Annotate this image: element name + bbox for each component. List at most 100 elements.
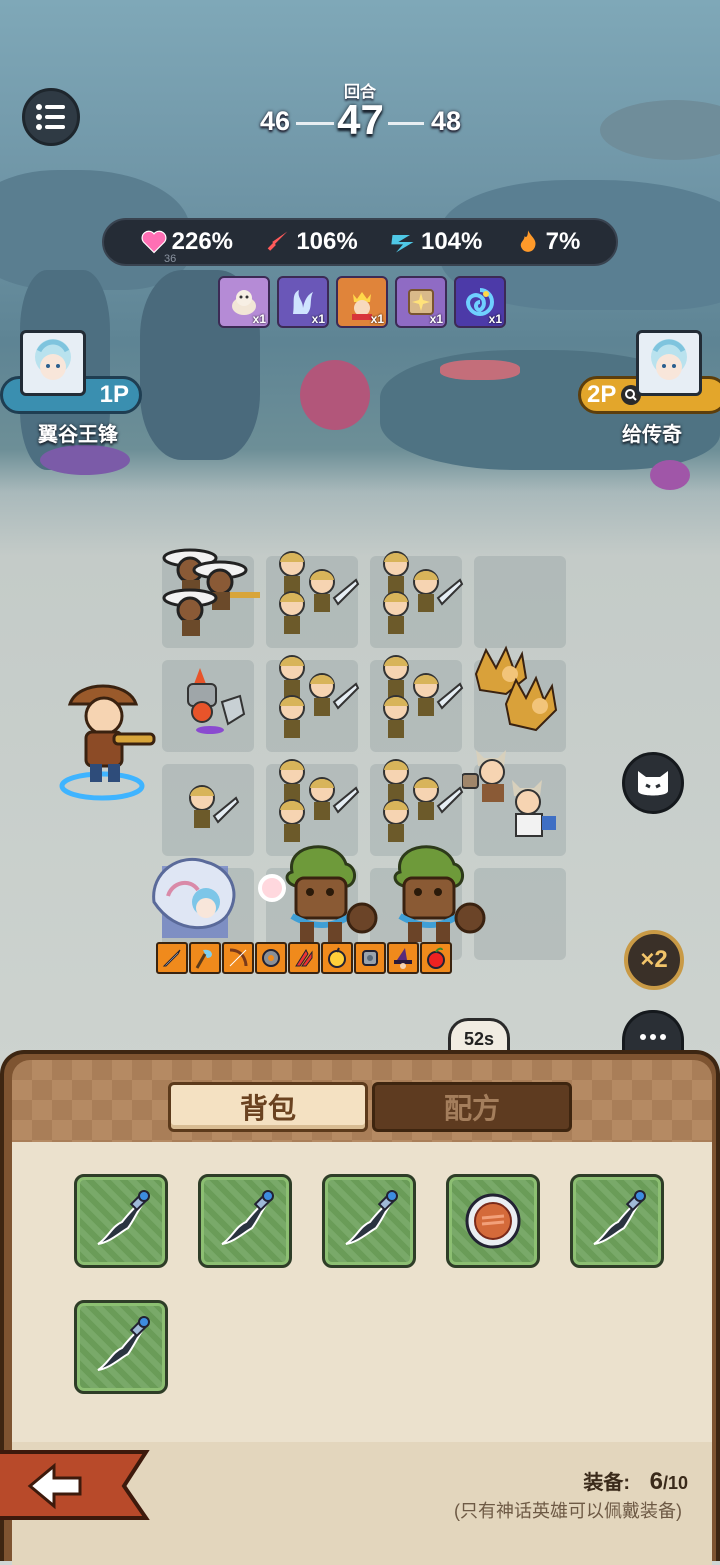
spiky-beast-squad[interactable] bbox=[466, 644, 562, 740]
inventory-slot-dagger[interactable] bbox=[74, 1174, 168, 1268]
stat-speed: 104% bbox=[389, 228, 482, 256]
sword-icon bbox=[268, 231, 288, 251]
treant-unit[interactable] bbox=[272, 842, 382, 944]
battle-scene: 回合 46 47 48 226% 106% 104% 7% 36 x1 x1 x… bbox=[0, 0, 720, 1070]
hamster-relic[interactable]: x1 bbox=[218, 276, 270, 328]
swordsman-squad[interactable] bbox=[270, 650, 360, 742]
equip-chip[interactable] bbox=[288, 942, 320, 974]
player1-card[interactable]: 1P bbox=[0, 330, 150, 414]
axe-icon bbox=[195, 949, 212, 969]
equip-max: /10 bbox=[662, 1473, 688, 1493]
viking-squad[interactable] bbox=[462, 740, 562, 844]
equip-chip[interactable] bbox=[387, 942, 419, 974]
bg-coral bbox=[300, 360, 370, 430]
flame-icon bbox=[520, 230, 536, 252]
inventory-slot-dagger[interactable] bbox=[198, 1174, 292, 1268]
inventory-slot-dagger[interactable] bbox=[570, 1174, 664, 1268]
inventory-slot-dagger[interactable] bbox=[322, 1174, 416, 1268]
speed-x2-button[interactable]: ×2 bbox=[624, 930, 684, 990]
panel-header: 背包 配方 bbox=[12, 1060, 712, 1142]
relic-count: x1 bbox=[252, 312, 266, 326]
stats-small-number: 36 bbox=[164, 253, 177, 265]
relic-count: x1 bbox=[429, 312, 443, 326]
relic-count: x1 bbox=[488, 312, 502, 326]
stat-attack-value: 106% bbox=[296, 228, 358, 255]
spirit-relic[interactable]: x1 bbox=[277, 276, 329, 328]
stat-health: 226% bbox=[140, 228, 233, 256]
tab-backpack[interactable]: 背包 bbox=[168, 1082, 368, 1132]
round-shield-icon bbox=[465, 1193, 521, 1249]
relic-bar: x1 x1 x1 x1 x1 bbox=[218, 276, 506, 328]
list-menu-icon bbox=[36, 104, 65, 130]
hero-gunner[interactable] bbox=[58, 674, 158, 802]
cat-face-icon bbox=[638, 771, 668, 796]
bg-mushroom-rock bbox=[600, 100, 720, 160]
stat-attack: 106% bbox=[264, 228, 358, 256]
stat-health-value: 226% bbox=[171, 228, 234, 255]
bomb-icon bbox=[328, 947, 346, 968]
equip-counter: 装备: 6/10 bbox=[583, 1466, 688, 1496]
dagger-icon bbox=[97, 1316, 150, 1371]
bow-icon bbox=[229, 948, 248, 967]
player2-name: 给传奇 bbox=[622, 424, 682, 446]
inventory-slot-dagger[interactable] bbox=[74, 1300, 168, 1394]
stats-bar: 226% 106% 104% 7% bbox=[102, 218, 618, 266]
dagger-icon bbox=[345, 1190, 398, 1245]
gear-icon bbox=[262, 949, 280, 967]
star-box-relic[interactable]: x1 bbox=[395, 276, 447, 328]
cowboy-squad[interactable] bbox=[160, 540, 270, 640]
speed-icon bbox=[391, 235, 414, 253]
vortex-relic[interactable]: x1 bbox=[454, 276, 506, 328]
swordsman-squad[interactable] bbox=[374, 650, 464, 742]
back-button[interactable] bbox=[0, 1448, 152, 1522]
emote-button[interactable] bbox=[622, 752, 684, 814]
mermaid-hero[interactable] bbox=[150, 852, 290, 944]
round-next: 48 bbox=[430, 106, 461, 136]
stat-crit-value: 7% bbox=[545, 228, 581, 255]
equip-chip[interactable] bbox=[156, 942, 188, 974]
bg-coral bbox=[40, 445, 130, 475]
witch-hat-icon bbox=[394, 948, 412, 969]
inventory-slot-shield[interactable] bbox=[446, 1174, 540, 1268]
heart-icon bbox=[141, 230, 167, 254]
stat-crit: 7% bbox=[514, 228, 581, 256]
stat-speed-value: 104% bbox=[420, 228, 483, 255]
dagger-icon bbox=[162, 949, 181, 967]
equip-chip[interactable] bbox=[420, 942, 452, 974]
swordsman-squad[interactable] bbox=[270, 546, 360, 638]
player2-card[interactable]: 2P bbox=[574, 330, 720, 414]
grid-cell[interactable] bbox=[474, 556, 566, 648]
player1-tag-label: 1P bbox=[99, 381, 129, 408]
dagger-icon bbox=[221, 1190, 274, 1245]
swordsman-squad[interactable] bbox=[270, 754, 360, 846]
player1-avatar bbox=[20, 330, 86, 396]
apple-icon bbox=[427, 947, 445, 969]
equip-label: 装备: bbox=[583, 1472, 631, 1494]
equip-chip[interactable] bbox=[255, 942, 287, 974]
relic-count: x1 bbox=[370, 312, 384, 326]
round-indicator: 46 47 48 bbox=[258, 96, 463, 152]
swordsman-squad[interactable] bbox=[374, 546, 464, 638]
swordsman-squad[interactable] bbox=[374, 754, 464, 846]
equip-chip[interactable] bbox=[189, 942, 221, 974]
relic-count: x1 bbox=[311, 312, 325, 326]
avatar-mermaid-icon bbox=[35, 339, 71, 380]
swordsman-unit[interactable] bbox=[180, 780, 244, 840]
equip-note: (只有神话英雄可以佩戴装备) bbox=[454, 1501, 682, 1521]
king-relic[interactable]: x1 bbox=[336, 276, 388, 328]
equip-current: 6 bbox=[649, 1468, 663, 1495]
player2-tag-label: 2P bbox=[587, 381, 617, 408]
chat-dots-icon bbox=[640, 1033, 666, 1040]
bg-coral bbox=[650, 460, 690, 490]
equip-chip[interactable] bbox=[321, 942, 353, 974]
player2-avatar bbox=[636, 330, 702, 396]
cog-icon bbox=[362, 950, 378, 966]
dagger-icon bbox=[593, 1190, 646, 1245]
tab-recipe[interactable]: 配方 bbox=[372, 1082, 572, 1132]
avatar-mermaid-icon bbox=[651, 339, 687, 380]
equip-chip[interactable] bbox=[354, 942, 386, 974]
robot-shield-unit[interactable] bbox=[170, 666, 250, 738]
treant-unit[interactable] bbox=[380, 842, 490, 944]
equip-chip[interactable] bbox=[222, 942, 254, 974]
dagger-icon bbox=[97, 1190, 150, 1245]
